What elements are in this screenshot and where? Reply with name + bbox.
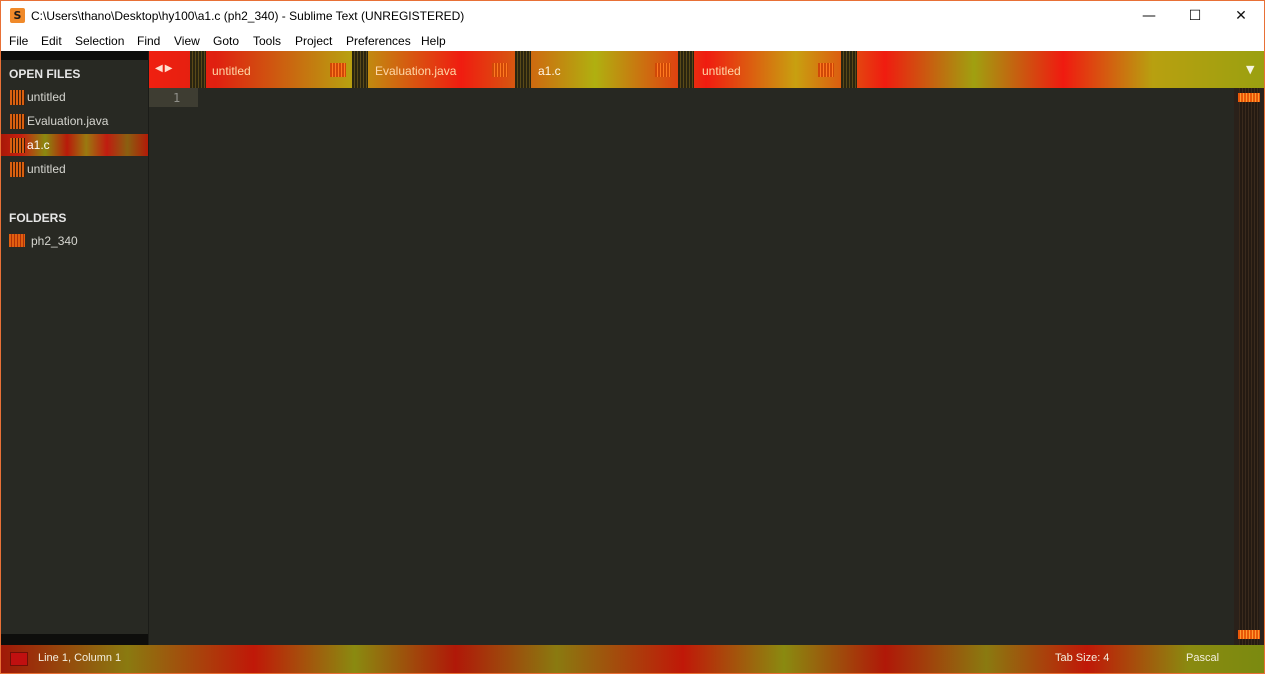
menu-bar: File Edit Selection Find View Goto Tools… [1,31,1264,51]
open-file-label: a1.c [27,138,50,152]
menu-preferences[interactable]: Preferences [346,34,411,48]
folder-label: ph2_340 [31,234,78,248]
sidebar-top-strip [1,51,148,60]
tab-close-icon[interactable] [492,63,508,77]
tab-untitled-2[interactable]: untitled [694,51,841,88]
menu-view[interactable]: View [174,34,200,48]
title-bar: S C:\Users\thano\Desktop\hy100\a1.c (ph2… [1,1,1264,31]
open-file-a1-c[interactable]: a1.c [1,134,148,156]
folders-title: FOLDERS [9,211,67,225]
minimap-track [1239,88,1259,645]
menu-help[interactable]: Help [421,34,446,48]
tab-close-icon[interactable] [330,63,346,77]
open-file-untitled-2[interactable]: untitled [1,158,148,180]
menu-project[interactable]: Project [295,34,332,48]
tab-label: Evaluation.java [375,64,457,78]
tab-separator [841,51,857,88]
open-file-label: untitled [27,90,66,104]
open-file-label: untitled [27,162,66,176]
tab-untitled-1[interactable]: untitled [206,51,352,88]
menu-tools[interactable]: Tools [253,34,281,48]
minimize-button[interactable]: — [1126,1,1172,31]
sublime-app-icon: S [10,8,25,23]
file-icon [10,138,25,153]
menu-selection[interactable]: Selection [75,34,124,48]
line-number: 1 [173,91,181,105]
status-bar: Line 1, Column 1 Tab Size: 4 Pascal [1,645,1264,673]
minimap[interactable] [1234,88,1264,645]
open-files-title: OPEN FILES [9,67,81,81]
tab-close-icon[interactable] [818,63,834,77]
syntax-indicator[interactable]: Pascal [1186,652,1219,664]
sidebar-bottom-strip [1,634,148,645]
menu-find[interactable]: Find [137,34,160,48]
app-window: S C:\Users\thano\Desktop\hy100\a1.c (ph2… [0,0,1265,674]
close-button[interactable]: ✕ [1218,1,1264,31]
window-title: C:\Users\thano\Desktop\hy100\a1.c (ph2_3… [31,9,465,23]
panel-toggle-icon[interactable] [10,652,28,666]
editor-area[interactable]: 1 [149,88,1234,645]
maximize-button[interactable]: ☐ [1172,1,1218,31]
tab-evaluation-java[interactable]: Evaluation.java [368,51,515,88]
tab-label: untitled [702,64,741,78]
menu-file[interactable]: File [9,34,28,48]
file-icon [10,114,25,129]
tab-separator [515,51,531,88]
menu-goto[interactable]: Goto [213,34,239,48]
tab-bar: ◀▶ untitled Evaluation.java a1.c untitle… [149,51,1264,88]
tab-dropdown-icon[interactable]: ▼ [1246,63,1254,76]
folder-ph2-340[interactable]: ph2_340 [1,230,148,252]
open-file-label: Evaluation.java [27,114,109,128]
folder-icon [9,234,25,247]
open-file-evaluation-java[interactable]: Evaluation.java [1,110,148,132]
cursor-position: Line 1, Column 1 [38,652,122,664]
tab-close-icon[interactable] [655,63,671,77]
tab-size-indicator[interactable]: Tab Size: 4 [1055,652,1109,664]
tab-label: untitled [212,64,251,78]
tab-label: a1.c [538,64,561,78]
file-icon [10,90,25,105]
open-file-untitled-1[interactable]: untitled [1,86,148,108]
sidebar: OPEN FILES untitled Evaluation.java a1.c… [1,51,149,645]
tab-separator [190,51,206,88]
tab-separator [352,51,368,88]
tab-separator [678,51,694,88]
tab-scroll-arrows-icon[interactable]: ◀▶ [155,63,174,74]
scroll-up-handle[interactable] [1238,93,1260,102]
tab-a1-c[interactable]: a1.c [531,51,678,88]
menu-edit[interactable]: Edit [41,34,62,48]
file-icon [10,162,25,177]
scroll-down-handle[interactable] [1238,630,1260,639]
